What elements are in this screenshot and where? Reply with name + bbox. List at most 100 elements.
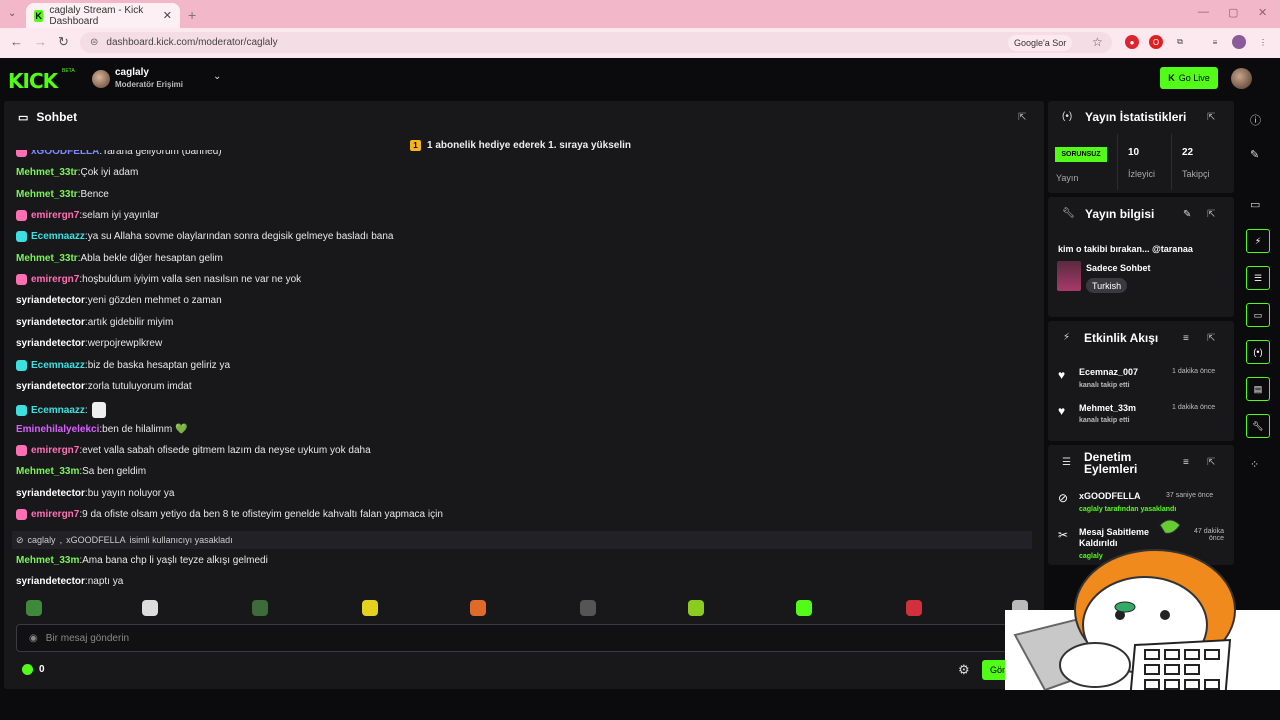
mod-filter-icon[interactable]: ≡ xyxy=(1183,457,1189,468)
emote-bars-icon[interactable] xyxy=(688,600,704,616)
rail-queue-button[interactable]: ▤ xyxy=(1246,377,1270,401)
chat-message[interactable]: Mehmet_33tr: Çok iyi adam xyxy=(16,167,138,178)
chat-username[interactable]: Eminehilalyelekci xyxy=(16,424,99,435)
browser-menu-icon[interactable]: ⋮ xyxy=(1256,35,1270,49)
url-input[interactable]: ⊜ dashboard.kick.com/moderator/caglaly xyxy=(80,32,1112,53)
chat-message[interactable]: syriandetector: naptı ya xyxy=(16,576,123,587)
chat-username[interactable]: syriandetector xyxy=(16,317,85,328)
rail-broadcast-button[interactable]: (•) xyxy=(1246,340,1270,364)
chat-message[interactable]: emirergn7: evet valla sabah ofisede gitm… xyxy=(16,444,371,456)
chat-message[interactable]: syriandetector: artık gidebilir miyim xyxy=(16,317,173,328)
extensions-icon[interactable]: ⧉ xyxy=(1173,35,1187,49)
chat-message[interactable]: Ecemnaazz: ya su Allaha sovme olaylarınd… xyxy=(16,231,393,243)
back-icon[interactable]: ← xyxy=(10,34,23,49)
channel-points[interactable]: 0 xyxy=(22,664,45,675)
chat-message[interactable]: Ecemnaazz: xyxy=(16,402,106,419)
chat-username[interactable]: emirergn7 xyxy=(31,210,79,221)
chat-message[interactable]: emirergn7: selam iyi yayınlar xyxy=(16,210,159,222)
new-tab-icon[interactable]: + xyxy=(188,7,196,23)
profile-icon[interactable] xyxy=(1232,35,1246,49)
chat-username[interactable]: Ecemnaazz xyxy=(31,231,85,242)
edit-pencil-icon[interactable]: ✎ xyxy=(1183,209,1191,220)
info-icon[interactable]: ⓘ xyxy=(1250,112,1261,128)
minimize-icon[interactable]: — xyxy=(1198,6,1209,18)
chat-username[interactable]: Mehmet_33m xyxy=(16,555,79,566)
chat-username[interactable]: Ecemnaazz xyxy=(31,405,85,416)
google-lens-chip[interactable]: Google'a Sor xyxy=(1008,35,1073,51)
chat-message[interactable]: syriandetector: werpojrewplkrew xyxy=(16,338,162,349)
chat-username[interactable]: Mehmet_33tr xyxy=(16,189,78,200)
chat-message[interactable]: xGOODFELLA: Tarana geliyorum (banned) xyxy=(16,150,222,157)
site-info-icon[interactable]: ⊜ xyxy=(90,37,98,48)
chat-message-list[interactable]: xGOODFELLA: Tarana geliyorum (banned) Meh… xyxy=(16,150,1026,596)
chat-message[interactable]: emirergn7: 9 da ofiste olsam yetiyo da b… xyxy=(16,508,443,520)
user-avatar[interactable] xyxy=(1231,68,1252,89)
pencil-icon[interactable]: ✎ xyxy=(1250,148,1259,161)
emote-cat-icon[interactable] xyxy=(470,600,486,616)
reload-icon[interactable]: ↻ xyxy=(58,34,69,50)
emote-frog-icon[interactable] xyxy=(26,600,42,616)
bookmark-star-icon[interactable]: ☆ xyxy=(1092,35,1103,49)
chat-username[interactable]: syriandetector xyxy=(16,295,85,306)
chat-message[interactable]: syriandetector: bu yayın noluyor ya xyxy=(16,488,174,499)
go-live-button[interactable]: K Go Live xyxy=(1160,67,1218,89)
chat-username[interactable]: emirergn7 xyxy=(31,509,79,520)
chat-message[interactable]: emirergn7: hoşbuldum iyiyim valla sen na… xyxy=(16,274,301,286)
emote-cup-icon[interactable] xyxy=(796,600,812,616)
apps-icon[interactable]: ⁘ xyxy=(1250,458,1259,471)
chat-message[interactable]: Mehmet_33m: Sa ben geldim xyxy=(16,466,146,477)
emote-rock-icon[interactable] xyxy=(580,600,596,616)
emote-angry-icon[interactable] xyxy=(906,600,922,616)
chat-username[interactable]: Ecemnaazz xyxy=(31,360,85,371)
chat-username[interactable]: Mehmet_33tr xyxy=(16,167,78,178)
emote-bird-icon[interactable] xyxy=(362,600,378,616)
chat-message[interactable]: syriandetector: yeni gözden mehmet o zam… xyxy=(16,295,222,306)
chat-message[interactable]: syriandetector: zorla tutuluyorum imdat xyxy=(16,381,192,392)
close-tab-icon[interactable]: ✕ xyxy=(163,9,172,22)
info-popout-icon[interactable]: ⇱ xyxy=(1207,209,1215,220)
chat-username[interactable]: syriandetector xyxy=(16,576,85,587)
mod-popout-icon[interactable]: ⇱ xyxy=(1207,457,1215,468)
rail-chat-button[interactable]: ▭ xyxy=(1246,303,1270,327)
chat-settings-gear-icon[interactable]: ⚙ xyxy=(958,662,970,678)
rail-tools-button[interactable]: 🔧︎ xyxy=(1246,414,1270,438)
channel-switch-chevron-down-icon[interactable]: ⌄ xyxy=(213,71,221,82)
opera-extension-icon[interactable]: O xyxy=(1149,35,1163,49)
chat-message[interactable]: Mehmet_33tr: Abla bekle diğer hesaptan g… xyxy=(16,253,223,264)
chat-username[interactable]: xGOODFELLA xyxy=(31,150,99,157)
emoji-picker-icon[interactable]: ◉ xyxy=(29,633,38,644)
chat-username[interactable]: emirergn7 xyxy=(31,445,79,456)
forward-icon[interactable]: → xyxy=(34,34,47,49)
close-window-icon[interactable]: ✕ xyxy=(1258,6,1267,19)
emote-map-icon[interactable] xyxy=(252,600,268,616)
chat-username[interactable]: syriandetector xyxy=(16,488,85,499)
tab-list-icon[interactable]: ⌄ xyxy=(8,8,16,19)
chat-message[interactable]: Mehmet_33m: Ama bana chp li yaşlı teyze … xyxy=(16,555,268,566)
chat-message[interactable]: Eminehilalyelekci: ben de hilalimm 💚 xyxy=(16,424,187,435)
chat-message[interactable]: Ecemnaazz: biz de baska hesaptan geliriz… xyxy=(16,359,231,371)
chat-username[interactable]: syriandetector xyxy=(16,381,85,392)
chat-username[interactable]: syriandetector xyxy=(16,338,85,349)
event-user[interactable]: Ecemnaz_007 xyxy=(1079,367,1138,377)
chat-message[interactable]: Mehmet_33tr: Bence xyxy=(16,189,109,200)
chat-text: biz de baska hesaptan geliriz ya xyxy=(87,359,231,371)
browser-tab[interactable]: K caglaly Stream - Kick Dashboard ✕ xyxy=(26,3,180,28)
event-user[interactable]: Mehmet_33m xyxy=(1079,403,1136,413)
activity-popout-icon[interactable]: ⇱ xyxy=(1207,333,1215,344)
kick-logo[interactable]: KICK xyxy=(8,69,58,93)
adblock-extension-icon[interactable]: ● xyxy=(1125,35,1139,49)
chat-username[interactable]: Mehmet_33m xyxy=(16,466,79,477)
layout-icon[interactable]: ▭ xyxy=(1250,198,1260,211)
rail-activity-button[interactable]: ⚡︎ xyxy=(1246,229,1270,253)
stats-popout-icon[interactable]: ⇱ xyxy=(1207,112,1215,123)
emote-ghost-icon[interactable] xyxy=(142,600,158,616)
rail-list-button[interactable]: ☰ xyxy=(1246,266,1270,290)
chat-username[interactable]: emirergn7 xyxy=(31,274,79,285)
chat-username[interactable]: Mehmet_33tr xyxy=(16,253,78,264)
chat-message-input[interactable]: ◉ Bir mesaj gönderin xyxy=(16,624,1036,652)
chat-popout-icon[interactable]: ⇱ xyxy=(1018,112,1026,123)
mod-action-target[interactable]: xGOODFELLA xyxy=(1079,491,1141,501)
media-control-icon[interactable]: ≡ xyxy=(1208,35,1222,49)
activity-filter-icon[interactable]: ≡ xyxy=(1183,333,1189,344)
maximize-icon[interactable]: ▢ xyxy=(1228,6,1238,19)
